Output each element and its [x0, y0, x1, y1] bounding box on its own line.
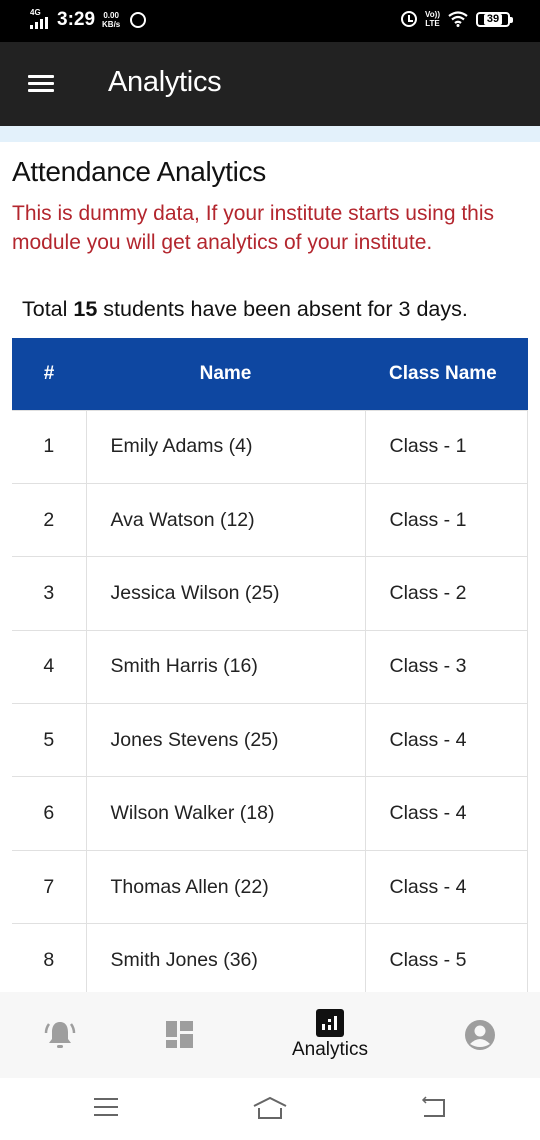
summary-prefix: Total [22, 297, 74, 321]
column-header-class: Class Name [365, 338, 528, 410]
student-name: Emily Adams (4) [85, 409, 366, 484]
app-bar: Analytics [0, 42, 540, 126]
data-speed-value: 0.00 [103, 11, 119, 20]
student-name: Smith Harris (16) [85, 629, 366, 705]
student-name: Wilson Walker (18) [85, 776, 366, 851]
header-divider [0, 126, 540, 142]
class-name: Class - 5 [364, 923, 528, 992]
lte-label: LTE [425, 19, 440, 28]
analytics-chart-icon [316, 1009, 344, 1037]
table-row[interactable]: 5 Jones Stevens (25) Class - 4 [12, 703, 528, 778]
class-name: Class - 2 [364, 556, 528, 631]
nav-notifications[interactable] [20, 992, 100, 1078]
student-name: Ava Watson (12) [85, 482, 366, 558]
absent-students-table: # Name Class Name 1 Emily Adams (4) Class … [12, 338, 528, 992]
profile-icon [465, 1020, 495, 1050]
table-row[interactable]: 6 Wilson Walker (18) Class - 4 [12, 776, 528, 851]
status-bar: 4G 3:29 0.00 KB/s Vo)) LTE 39 [0, 0, 540, 42]
table-row[interactable]: 2 Ava Watson (12) Class - 1 [12, 482, 528, 558]
bottom-navigation: Analytics [0, 992, 540, 1078]
back-icon[interactable] [420, 1096, 448, 1120]
column-header-name: Name [86, 338, 365, 410]
table-header-row: # Name Class Name [12, 338, 528, 410]
volte-icon: Vo)) LTE [425, 10, 440, 28]
network-type: 4G [30, 8, 41, 17]
battery-level: 39 [483, 13, 503, 25]
nav-analytics-label: Analytics [291, 1039, 369, 1060]
content-area[interactable]: Attendance Analytics This is dummy data,… [0, 142, 540, 992]
whatsapp-icon [130, 12, 147, 28]
volte-label: Vo)) [425, 10, 440, 19]
summary-suffix: students have been absent for 3 days. [97, 297, 468, 321]
data-speed: 0.00 KB/s [102, 11, 120, 29]
alarm-icon [401, 11, 418, 27]
student-name: Jones Stevens (25) [85, 703, 366, 778]
dummy-data-notice: This is dummy data, If your institute st… [12, 202, 495, 254]
system-navigation-bar [0, 1078, 540, 1140]
row-number: 1 [12, 409, 87, 484]
data-speed-unit: KB/s [102, 20, 121, 29]
dashboard-icon [166, 1021, 193, 1048]
column-header-number: # [12, 338, 86, 410]
class-name: Class - 4 [364, 849, 528, 925]
battery-icon: 39 [476, 11, 513, 27]
class-name: Class - 4 [364, 776, 528, 851]
class-name: Class - 1 [364, 482, 528, 558]
class-name: Class - 3 [364, 629, 528, 705]
table-row[interactable]: 8 Smith Jones (36) Class - 5 [12, 923, 528, 992]
class-name: Class - 1 [364, 409, 528, 484]
row-number: 3 [12, 556, 87, 631]
row-number: 6 [12, 776, 87, 851]
row-number: 4 [12, 629, 87, 705]
row-number: 7 [12, 849, 87, 925]
table-row[interactable]: 3 Jessica Wilson (25) Class - 2 [12, 556, 528, 631]
nav-analytics[interactable]: Analytics [270, 992, 390, 1078]
row-number: 5 [12, 703, 87, 778]
home-icon[interactable] [252, 1096, 288, 1120]
student-name: Smith Jones (36) [85, 923, 366, 992]
cellular-signal-icon: 4G [30, 8, 50, 32]
table-row[interactable]: 1 Emily Adams (4) Class - 1 [12, 409, 528, 484]
recent-apps-icon[interactable] [92, 1096, 120, 1118]
table-row[interactable]: 4 Smith Harris (16) Class - 3 [12, 629, 528, 705]
clock: 3:29 [57, 9, 96, 30]
wifi-icon [448, 11, 468, 27]
class-name: Class - 4 [364, 703, 528, 778]
page-title: Attendance Analytics [12, 156, 266, 187]
absence-summary: Total 15 students have been absent for 3… [22, 297, 468, 322]
app-title: Analytics [108, 66, 222, 98]
notification-bell-icon [44, 1022, 76, 1048]
row-number: 8 [12, 923, 87, 992]
nav-dashboard[interactable] [140, 992, 220, 1078]
student-name: Jessica Wilson (25) [85, 556, 366, 631]
table-row[interactable]: 7 Thomas Allen (22) Class - 4 [12, 849, 528, 925]
hamburger-menu-icon[interactable] [28, 75, 54, 93]
row-number: 2 [12, 482, 87, 558]
nav-profile[interactable] [440, 992, 520, 1078]
absent-count: 15 [73, 297, 98, 321]
student-name: Thomas Allen (22) [85, 849, 366, 925]
